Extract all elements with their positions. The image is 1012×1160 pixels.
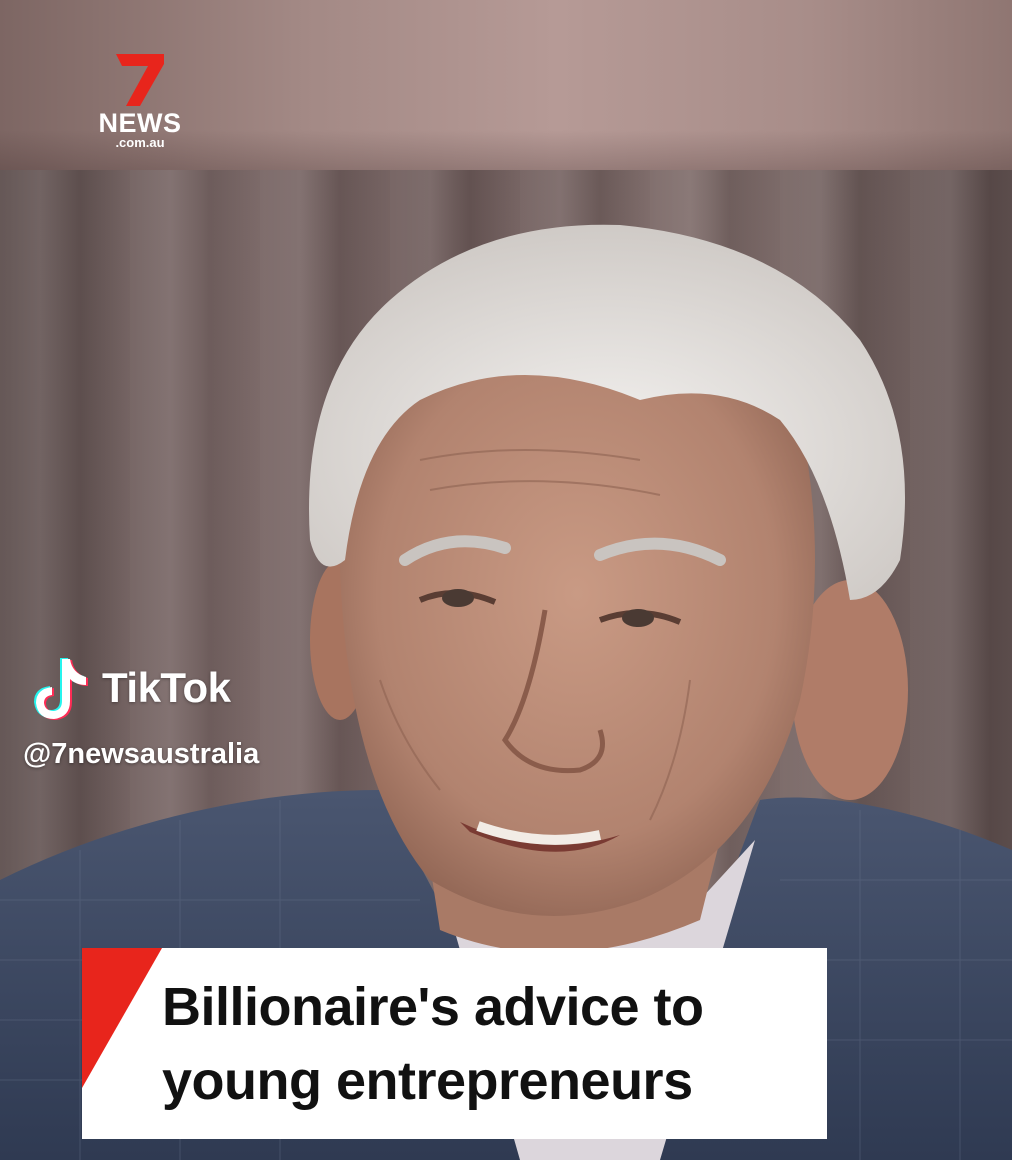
tiktok-icon — [34, 658, 88, 720]
logo-domain-text: .com.au — [115, 135, 165, 150]
logo-brand-text: NEWS — [98, 108, 182, 138]
seven-logo-icon — [116, 54, 164, 106]
tiktok-handle: @7newsaustralia — [23, 738, 260, 770]
tiktok-wordmark: TikTok — [102, 664, 231, 711]
video-frame: NEWS .com.au TikTok @7newsaustralia Bill… — [0, 0, 1012, 1160]
caption-line-1: Billionaire's advice to — [162, 977, 704, 1037]
caption-line-2: young entrepreneurs — [162, 1051, 693, 1111]
caption-lower-third: Billionaire's advice to young entreprene… — [82, 948, 827, 1139]
tiktok-watermark: TikTok — [30, 652, 290, 726]
caption-headline: Billionaire's advice to young entreprene… — [162, 970, 812, 1118]
channel-logo: NEWS .com.au — [84, 52, 196, 152]
caption-accent-shape — [82, 948, 162, 1088]
